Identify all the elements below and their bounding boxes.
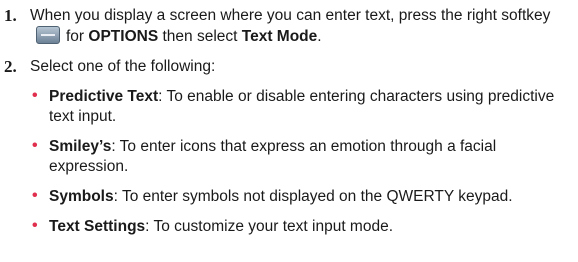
bullet-icon: • (32, 187, 38, 204)
instructions-document: 1. When you display a screen where you c… (0, 0, 578, 237)
list-item: • Smiley’s: To enter icons that express … (30, 137, 578, 177)
option-description: : To customize your text input mode. (145, 218, 394, 235)
list-item: • Text Settings: To customize your text … (30, 217, 578, 237)
text-mode-label: Text Mode (241, 28, 318, 45)
option-list: • Predictive Text: To enable or disable … (30, 87, 578, 237)
option-description: : To enter symbols not displayed on the … (113, 188, 513, 205)
bullet-icon: • (32, 217, 38, 234)
bullet-icon: • (32, 137, 38, 154)
option-term: Text Settings (49, 218, 146, 235)
option-description: : To enter icons that express an emotion… (49, 138, 497, 175)
step-text: Select one of the following: (30, 58, 216, 75)
step-text: When you display a screen where you can … (30, 7, 551, 45)
option-term: Predictive Text (49, 88, 159, 105)
bullet-icon: • (32, 87, 38, 104)
option-term: Smiley’s (49, 138, 112, 155)
step-1: 1. When you display a screen where you c… (0, 6, 578, 47)
option-term: Symbols (49, 188, 114, 205)
list-item: • Predictive Text: To enable or disable … (30, 87, 578, 127)
right-softkey-icon (36, 26, 60, 44)
step-number: 1. (4, 6, 17, 25)
list-item: • Symbols: To enter symbols not displaye… (30, 187, 578, 207)
step-number: 2. (4, 57, 17, 76)
options-label: OPTIONS (88, 28, 159, 45)
step-2: 2. Select one of the following: • Predic… (0, 57, 578, 237)
